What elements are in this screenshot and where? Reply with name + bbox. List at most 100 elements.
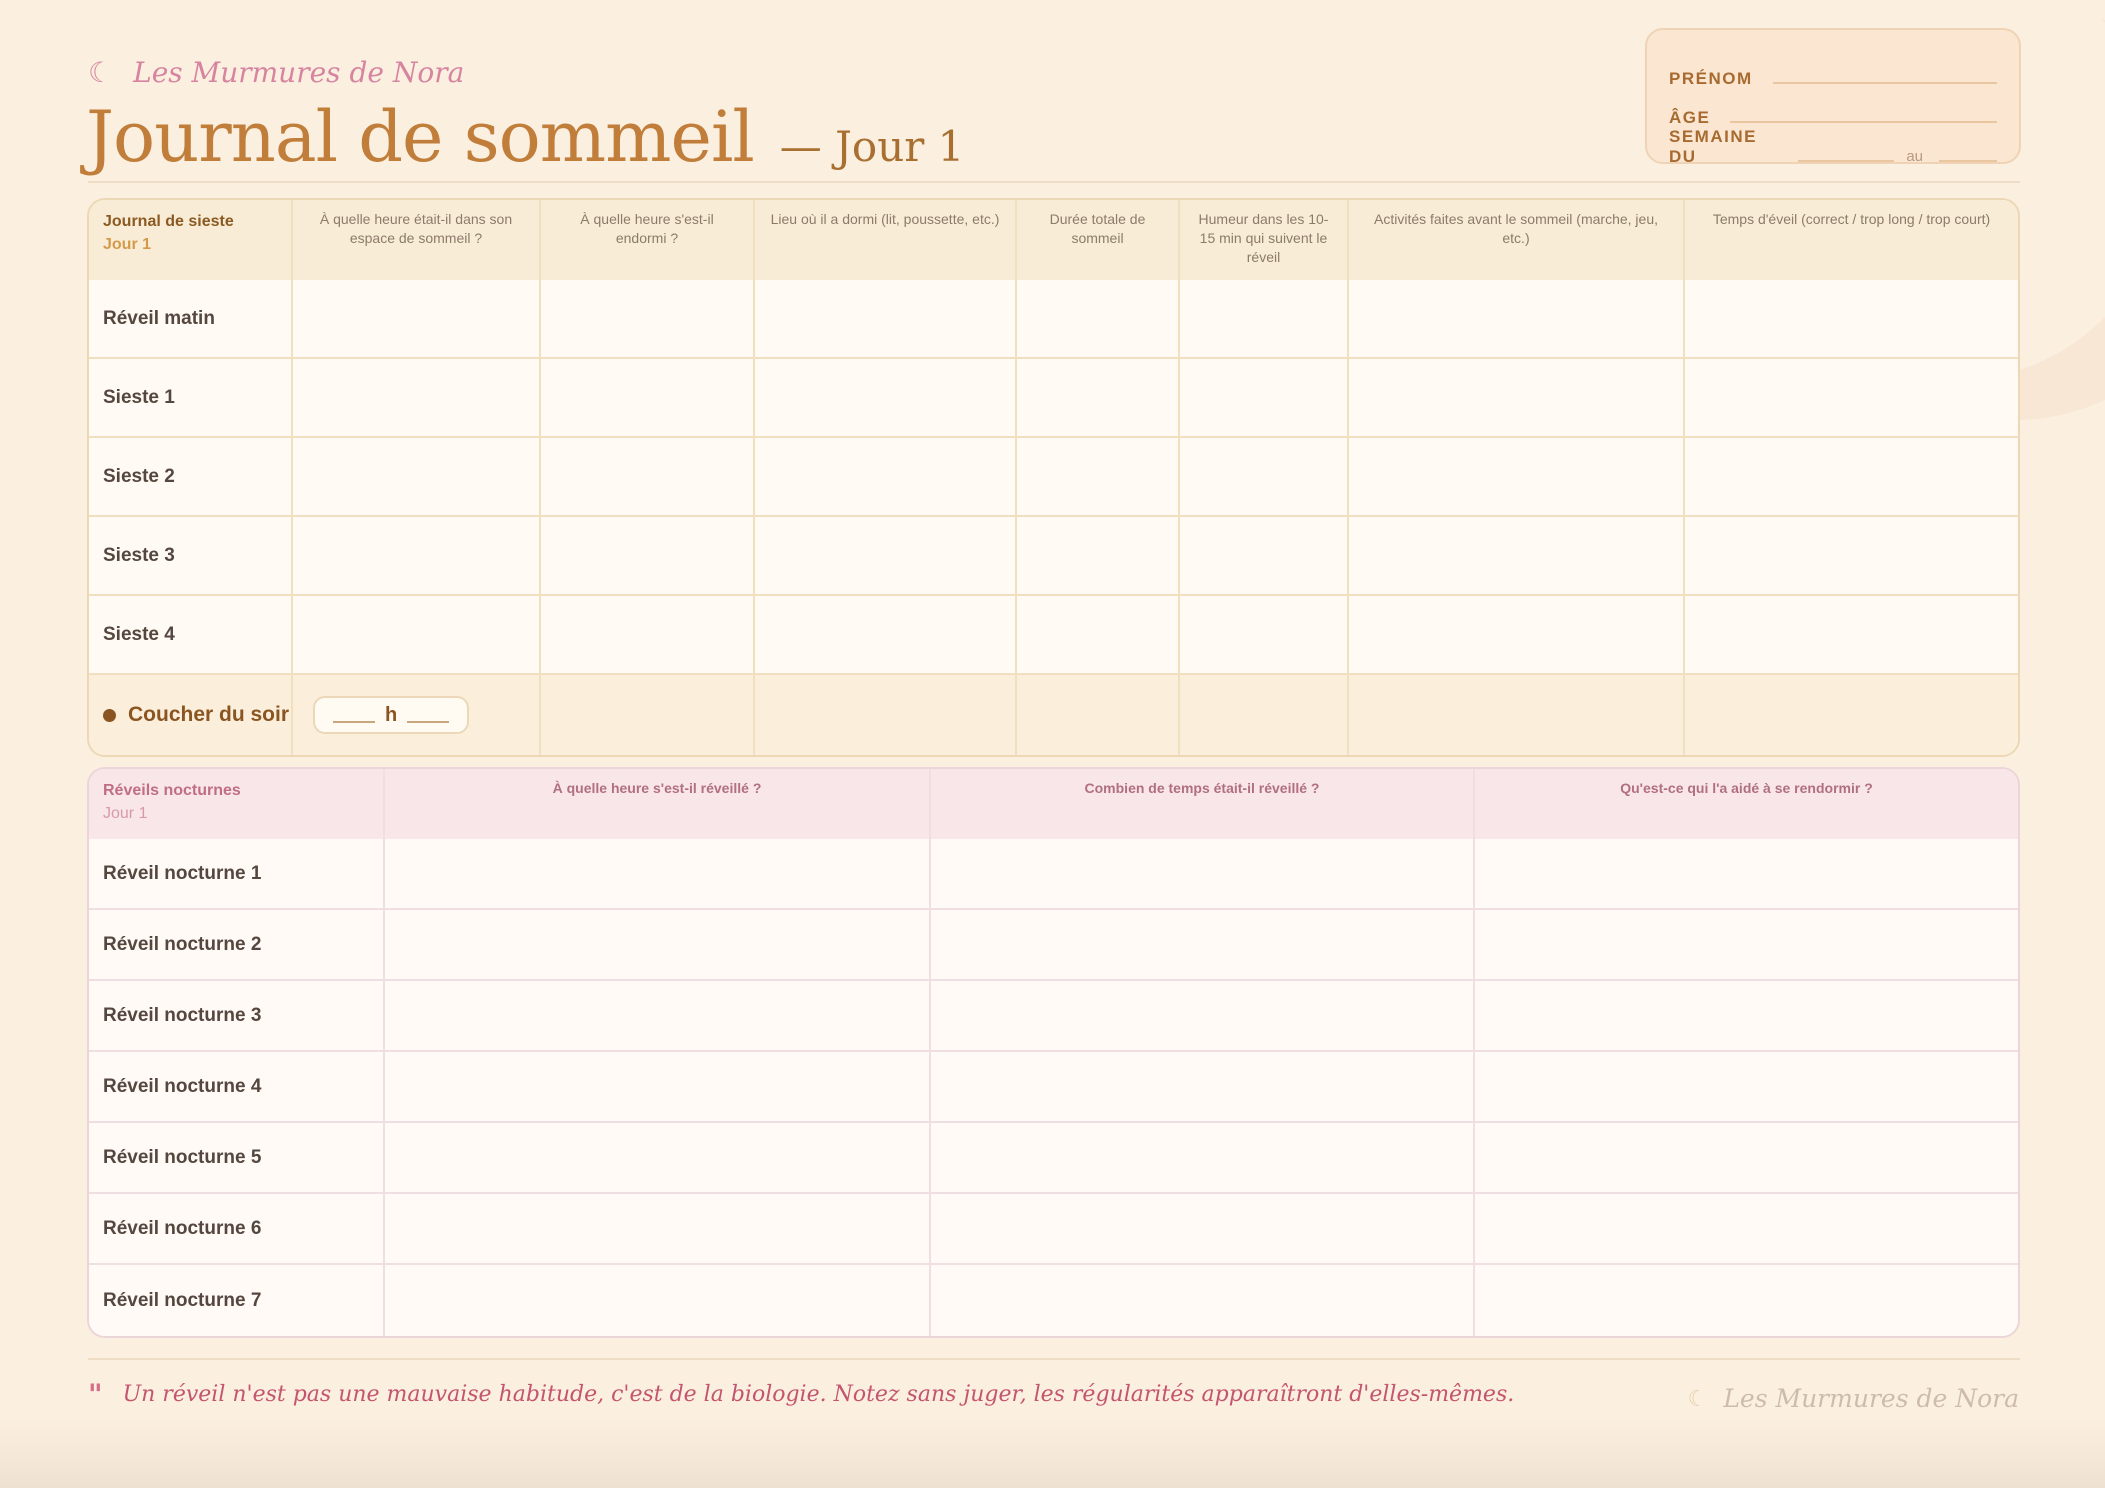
table-cell[interactable] (293, 280, 541, 359)
table-cell[interactable] (385, 1265, 931, 1336)
nap-journal-table: Journal de sieste Jour 1 À quelle heure … (87, 198, 2020, 757)
table-cell[interactable] (1180, 280, 1349, 359)
table-cell[interactable] (1685, 517, 2018, 596)
table-cell[interactable] (293, 438, 541, 517)
bedtime-input[interactable]: h (313, 696, 470, 734)
table-cell[interactable] (1180, 517, 1349, 596)
column-header: Temps d'éveil (correct / trop long / tro… (1685, 200, 2018, 280)
table-cell[interactable] (1017, 280, 1180, 359)
table-cell[interactable] (541, 517, 755, 596)
table-cell[interactable] (1349, 596, 1685, 675)
table-cell[interactable] (1180, 675, 1349, 755)
table-cell[interactable] (1475, 910, 2018, 981)
table-cell[interactable] (1685, 596, 2018, 675)
table-cell[interactable] (1349, 359, 1685, 438)
table-cell[interactable] (1017, 596, 1180, 675)
table-cell[interactable] (1017, 359, 1180, 438)
week-end-field[interactable] (1939, 160, 1997, 162)
table-cell[interactable] (1685, 675, 2018, 755)
table-cell[interactable] (931, 839, 1475, 910)
table-cell[interactable] (931, 1052, 1475, 1123)
table-cell[interactable] (931, 1123, 1475, 1194)
sleep-journal-page: ☾ Les Murmures de Nora Journal de sommei… (0, 0, 2105, 1488)
table-cell[interactable] (1180, 438, 1349, 517)
table-cell[interactable] (931, 1265, 1475, 1336)
quote-text: Un réveil n'est pas une mauvaise habitud… (122, 1382, 1515, 1407)
table-cell[interactable] (293, 517, 541, 596)
prenom-row: PRÉNOM (1669, 50, 1997, 89)
table-cell[interactable] (1475, 1052, 2018, 1123)
table-cell[interactable] (1349, 517, 1685, 596)
prenom-field[interactable] (1772, 82, 1997, 84)
table-row: Réveil nocturne 4 (89, 1052, 2018, 1123)
table-cell[interactable] (755, 438, 1017, 517)
table-cell[interactable] (1475, 1265, 2018, 1336)
evening-bedtime-row: Coucher du soir h (89, 675, 2018, 755)
table-cell[interactable] (293, 359, 541, 438)
table-cell[interactable] (541, 596, 755, 675)
prenom-label: PRÉNOM (1669, 69, 1753, 88)
table-cell[interactable] (1180, 596, 1349, 675)
crescent-moon-icon: ☾ (88, 57, 114, 88)
table-row: Réveil nocturne 1 (89, 839, 2018, 910)
age-field[interactable] (1730, 121, 1997, 123)
table-cell[interactable] (1685, 280, 2018, 359)
hour-unit: h (385, 703, 398, 726)
column-header: Qu'est-ce qui l'a aidé à se rendormir ? (1475, 769, 2018, 839)
table-cell[interactable] (931, 910, 1475, 981)
footer-brand: ☾ Les Murmures de Nora (1688, 1384, 2019, 1413)
column-header: Lieu où il a dormi (lit, poussette, etc.… (755, 200, 1017, 280)
table-cell[interactable] (931, 981, 1475, 1052)
table-cell[interactable] (755, 517, 1017, 596)
table-cell[interactable] (755, 596, 1017, 675)
table-row: Sieste 1 (89, 359, 2018, 438)
table-cell[interactable] (1475, 1123, 2018, 1194)
table-cell[interactable] (755, 359, 1017, 438)
table-cell[interactable] (385, 910, 931, 981)
column-header: Combien de temps était-il réveillé ? (931, 769, 1475, 839)
table-cell[interactable] (1349, 438, 1685, 517)
bedtime-hour-blank[interactable] (333, 721, 375, 723)
table-cell[interactable] (1475, 1194, 2018, 1265)
table-cell[interactable] (385, 981, 931, 1052)
bottom-shadow (0, 1418, 2105, 1488)
table-cell[interactable] (541, 438, 755, 517)
brand-name: Les Murmures de Nora (133, 56, 465, 89)
bedtime-minute-blank[interactable] (407, 721, 450, 723)
table-cell[interactable] (293, 596, 541, 675)
table-row: Réveil nocturne 3 (89, 981, 2018, 1052)
age-row: ÂGE (1669, 89, 1997, 128)
row-label: Sieste 3 (89, 517, 293, 596)
footer-divider (88, 1358, 2020, 1360)
table-cell[interactable] (1475, 981, 2018, 1052)
table-cell[interactable] (541, 675, 755, 755)
table-cell[interactable] (1349, 280, 1685, 359)
table-cell[interactable] (931, 1194, 1475, 1265)
table-cell[interactable] (755, 280, 1017, 359)
table-cell[interactable] (1349, 675, 1685, 755)
row-label: Réveil nocturne 6 (89, 1194, 385, 1265)
table-cell[interactable] (1017, 438, 1180, 517)
night-table-title: Réveils nocturnes (103, 782, 241, 799)
evening-time-cell: h (293, 675, 541, 755)
week-row: SEMAINE DU au (1669, 127, 1997, 167)
footer-quote: " Un réveil n'est pas une mauvaise habit… (88, 1378, 1514, 1411)
table-cell[interactable] (1180, 359, 1349, 438)
column-header: À quelle heure s'est-il réveillé ? (385, 769, 931, 839)
table-cell[interactable] (1017, 675, 1180, 755)
table-cell[interactable] (1685, 359, 2018, 438)
brand: ☾ Les Murmures de Nora (88, 56, 464, 89)
table-cell[interactable] (1685, 438, 2018, 517)
row-label: Réveil nocturne 5 (89, 1123, 385, 1194)
week-start-field[interactable] (1798, 160, 1895, 162)
crescent-moon-icon: ☾ (1687, 1385, 1708, 1411)
table-cell[interactable] (385, 839, 931, 910)
table-cell[interactable] (541, 359, 755, 438)
table-cell[interactable] (1475, 839, 2018, 910)
table-cell[interactable] (385, 1123, 931, 1194)
table-cell[interactable] (1017, 517, 1180, 596)
table-cell[interactable] (541, 280, 755, 359)
table-cell[interactable] (385, 1052, 931, 1123)
table-cell[interactable] (385, 1194, 931, 1265)
table-cell[interactable] (755, 675, 1017, 755)
